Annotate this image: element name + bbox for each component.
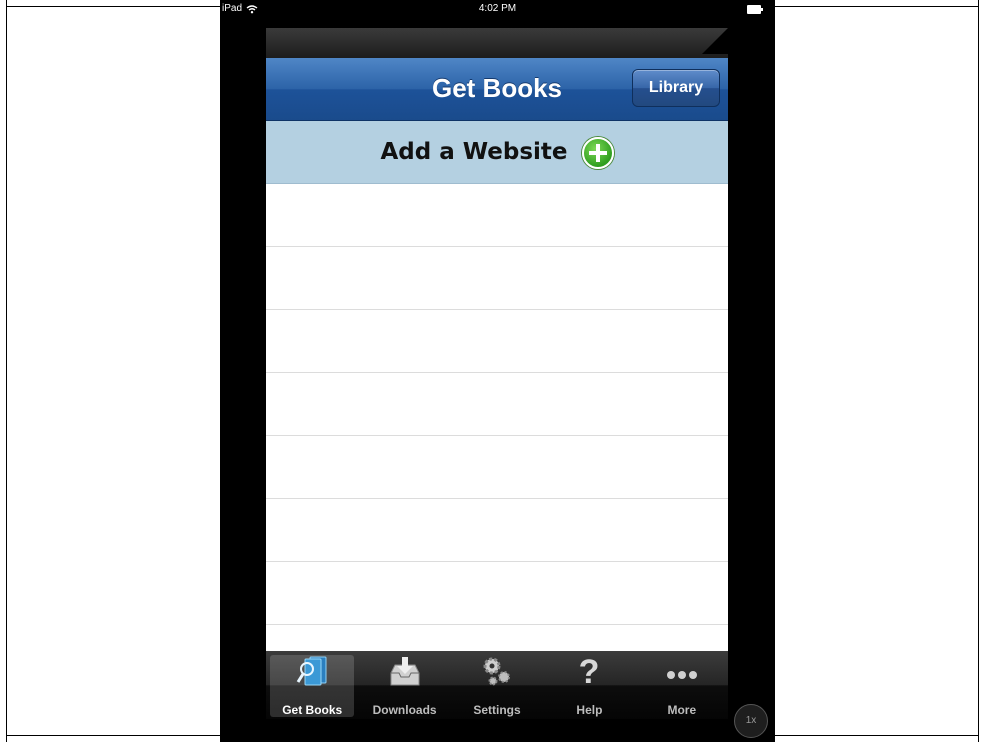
tab-label: Help	[576, 703, 603, 717]
tab-help[interactable]: ? Help	[543, 651, 635, 719]
status-bar: iPad 4:02 PM	[220, 0, 775, 18]
settings-icon	[477, 655, 517, 687]
app-window: Get Books Library Add a Website	[266, 28, 728, 718]
get-books-icon	[292, 655, 332, 687]
tab-settings[interactable]: Settings	[451, 651, 543, 719]
battery-icon	[747, 5, 763, 14]
website-list	[266, 184, 728, 688]
status-time: 4:02 PM	[478, 3, 517, 14]
list-item[interactable]	[266, 247, 728, 310]
downloads-icon	[385, 655, 425, 687]
tab-label: Downloads	[372, 703, 437, 717]
list-item[interactable]	[266, 562, 728, 625]
frame-bottom-line-right	[775, 735, 979, 736]
tab-get-books[interactable]: Get Books	[266, 651, 358, 719]
add-plus-icon[interactable]	[581, 137, 614, 169]
navigation-bar: Get Books Library	[266, 58, 728, 121]
list-item[interactable]	[266, 499, 728, 562]
tab-downloads[interactable]: Downloads	[358, 651, 450, 719]
tab-label: Settings	[473, 703, 521, 717]
more-icon	[662, 655, 702, 687]
frame-bottom-line	[6, 735, 220, 736]
library-button[interactable]: Library	[632, 69, 720, 107]
frame-right-line	[978, 0, 979, 742]
tab-more[interactable]: More	[636, 651, 728, 719]
tab-label: Get Books	[282, 703, 343, 717]
help-icon: ?	[569, 653, 609, 691]
list-item[interactable]	[266, 436, 728, 499]
page-curl-corner	[702, 28, 728, 54]
frame-left-line	[6, 0, 7, 742]
list-item[interactable]	[266, 184, 728, 247]
tab-label: More	[667, 703, 697, 717]
add-website-row[interactable]: Add a Website	[266, 121, 728, 184]
tab-bar: Get Books Downloads Settings? Help More	[266, 651, 728, 719]
list-item[interactable]	[266, 310, 728, 373]
frame-top-line	[6, 6, 220, 7]
svg-text:?: ?	[579, 655, 600, 687]
add-website-label: Add a Website	[380, 139, 568, 165]
top-strip	[266, 28, 728, 58]
frame-top-line-right	[775, 6, 979, 7]
list-item[interactable]	[266, 373, 728, 436]
zoom-badge[interactable]: 1x	[734, 704, 768, 738]
